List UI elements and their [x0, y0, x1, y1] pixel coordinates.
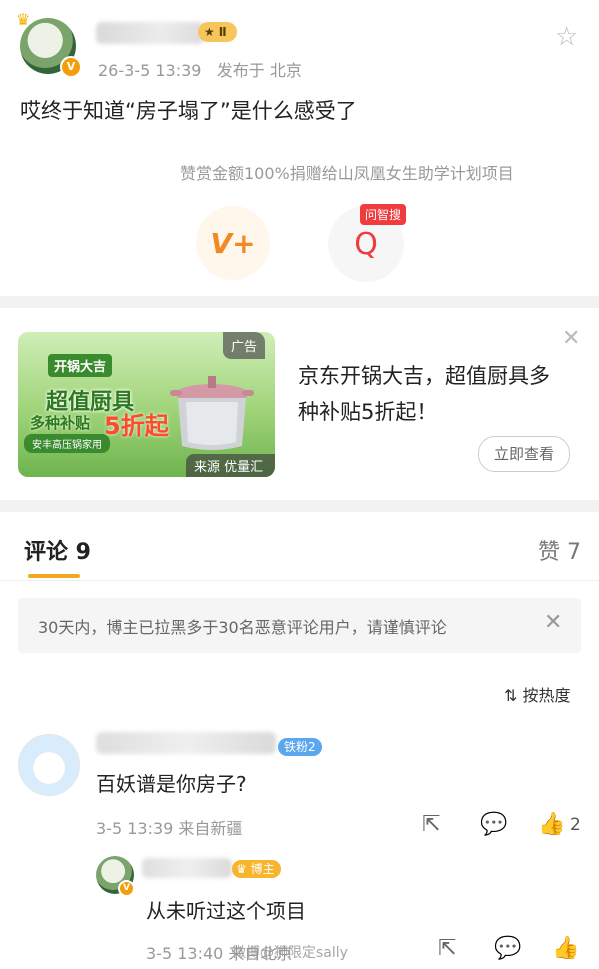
active-tab-indicator	[28, 574, 80, 578]
divider	[0, 500, 599, 512]
ad-image-subline: 多种补贴	[30, 414, 91, 432]
author-badge: ♛ 博主	[232, 860, 281, 878]
ad-view-button[interactable]: 立即查看	[478, 436, 570, 472]
thumbs-up-icon[interactable]: 👍	[552, 936, 579, 961]
level-badge-text: Ⅱ	[218, 25, 227, 39]
ad-image-title: 开锅大吉	[48, 354, 113, 377]
username-blurred[interactable]	[142, 858, 232, 878]
tab-comments[interactable]: 评论 9	[24, 534, 91, 566]
ad-image-discount: 5折起	[104, 412, 169, 440]
post-location: 发布于 北京	[216, 61, 302, 80]
notice-text: 30天内，博主已拉黑多于30名恶意评论用户，请谨慎评论	[38, 618, 447, 637]
search-icon: Q	[354, 226, 378, 262]
close-icon[interactable]: ✕	[562, 326, 580, 351]
comment-meta: 3-5 13:39 来自新疆	[96, 819, 243, 838]
share-icon[interactable]: ⇱	[422, 812, 440, 837]
thumbs-up-icon[interactable]: 👍	[538, 812, 565, 837]
share-icon[interactable]: ⇱	[438, 936, 456, 961]
star-icon[interactable]: ☆	[555, 22, 578, 52]
reply-text: 从未听过这个项目	[146, 899, 306, 923]
ad-source: 来源 优量汇	[186, 454, 275, 477]
comment-text: 百妖谱是你房子?	[96, 772, 247, 796]
avatar[interactable]	[18, 734, 80, 796]
comment-icon[interactable]: 💬	[494, 936, 521, 961]
comment-icon[interactable]: 💬	[480, 812, 507, 837]
pressure-cooker-icon	[170, 376, 254, 450]
post-time: 26-3-5 13:39	[98, 61, 202, 80]
divider	[0, 580, 599, 581]
sort-button[interactable]: ⇅ 按热度	[504, 682, 571, 706]
wen-zhi-sou-tag: 问智搜	[360, 204, 407, 225]
ad-image[interactable]: 开锅大吉 超值厨具 多种补贴 5折起 安丰高压锅家用 广告 来源 优量汇	[18, 332, 275, 477]
close-icon[interactable]: ✕	[544, 610, 562, 635]
crown-icon: ♛	[236, 862, 247, 876]
level-badge: ★ Ⅱ	[198, 22, 237, 42]
post-text: 哎终于知道“房子塌了”是什么感受了	[20, 99, 357, 123]
username-blurred[interactable]	[96, 732, 276, 754]
reward-icon: V+	[210, 226, 256, 260]
sort-icon: ⇅	[504, 686, 518, 705]
donate-text: 赞赏金额100%捐赠给山凤凰女生助学计划项目	[180, 164, 514, 183]
like-count: 2	[570, 815, 581, 835]
post-meta: 26-3-5 13:39 发布于 北京	[98, 57, 302, 81]
level-star-icon: ★	[204, 25, 215, 39]
fan-badge: 铁粉2	[278, 738, 322, 756]
divider	[0, 296, 599, 308]
ad-image-tag: 安丰高压锅家用	[24, 434, 110, 453]
username-blurred[interactable]	[96, 22, 204, 44]
watermark: 微博@狮限定sally	[232, 945, 348, 961]
tab-likes[interactable]: 赞 7	[538, 534, 581, 566]
ad-description[interactable]: 京东开锅大吉，超值厨具多种补贴5折起！	[298, 358, 558, 430]
verified-badge: V	[60, 56, 82, 78]
reward-button[interactable]: V+	[196, 206, 270, 280]
notice-banner: 30天内，博主已拉黑多于30名恶意评论用户，请谨慎评论 ✕	[18, 598, 581, 653]
sort-label: 按热度	[522, 686, 571, 705]
verified-badge: V	[118, 880, 135, 897]
author-badge-text: 博主	[250, 862, 275, 876]
ad-label: 广告	[223, 332, 266, 359]
